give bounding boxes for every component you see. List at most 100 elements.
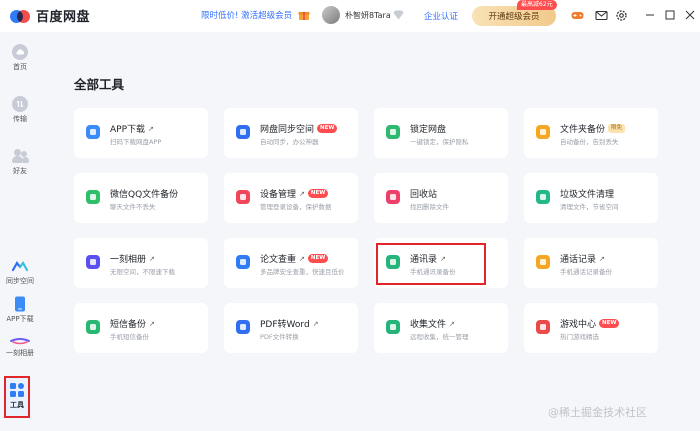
- tool-card[interactable]: 回收站 找回删除文件: [374, 173, 508, 223]
- sidebar: 首页 传输 好友 同步空间 APP下载 一刻相册 工具: [0, 32, 40, 431]
- sidebar-item-transfer[interactable]: 传输: [0, 96, 40, 124]
- tool-name: 通话记录: [560, 255, 597, 265]
- tool-name: 回收站: [410, 190, 438, 200]
- tool-name: 微信QQ文件备份: [110, 190, 179, 200]
- tool-badge: NEW: [599, 319, 620, 328]
- enterprise-verify-link[interactable]: 企业认证: [424, 10, 458, 22]
- paper-check-icon: [234, 253, 252, 271]
- device-icon: [234, 188, 252, 206]
- external-link-icon: ↗: [148, 124, 154, 133]
- tool-description: 自动备份，告别丢失: [560, 138, 619, 146]
- tool-description: 管理登录设备，保护数据: [260, 203, 332, 211]
- tool-description: 找回删除文件: [410, 203, 449, 211]
- tool-card[interactable]: 短信备份 ↗ 手机短信备份: [74, 303, 208, 353]
- gamepad-icon[interactable]: [571, 9, 584, 22]
- tool-card[interactable]: PDF转Word ↗ PDF文件转换: [224, 303, 358, 353]
- tool-card[interactable]: 设备管理 ↗ NEW 管理登录设备，保护数据: [224, 173, 358, 223]
- tool-card[interactable]: 文件夹备份 限免自动备份，告别丢失: [524, 108, 658, 158]
- user-avatar[interactable]: [322, 6, 340, 24]
- mail-icon[interactable]: [595, 9, 608, 22]
- tool-card[interactable]: 网盘同步空间 NEW 自动同步，办公神器: [224, 108, 358, 158]
- sidebar-label: 传输: [13, 115, 27, 123]
- tool-card[interactable]: 游戏中心 NEW 热门游戏精选: [524, 303, 658, 353]
- tool-badge: NEW: [307, 254, 329, 263]
- sidebar-item-sync-space[interactable]: 同步空间: [0, 260, 40, 286]
- sidebar-item-app-download[interactable]: APP下载: [0, 296, 40, 324]
- highlight-frame: [376, 243, 486, 285]
- external-link-icon: ↗: [149, 319, 155, 328]
- tool-name: 文件夹备份: [560, 125, 606, 135]
- tool-badge: 限免: [608, 124, 626, 133]
- tool-title: 垃圾文件清理: [560, 187, 614, 200]
- sync-space-icon: [234, 123, 252, 141]
- tool-name: 短信备份: [110, 320, 147, 330]
- sync-icon: [12, 261, 28, 272]
- recycle-icon: [384, 188, 402, 206]
- tool-title: 锁定网盘: [410, 122, 446, 135]
- tool-card[interactable]: 锁定网盘一键锁定，保护隐私: [374, 108, 508, 158]
- sidebar-label: 好友: [13, 167, 27, 175]
- tool-description: 扫码下载网盘APP: [110, 138, 162, 146]
- tool-card[interactable]: 微信QQ文件备份 聊天文件不丢失: [74, 173, 208, 223]
- tool-description: 手机短信备份: [110, 333, 149, 341]
- tool-title: 微信QQ文件备份: [110, 187, 178, 200]
- phone-icon: [15, 296, 25, 312]
- cloud-icon: [12, 44, 28, 60]
- tool-name: 垃圾文件清理: [560, 190, 615, 200]
- sidebar-item-friends[interactable]: 好友: [0, 148, 40, 176]
- external-link-icon: ↗: [299, 189, 305, 198]
- gift-icon[interactable]: [298, 9, 310, 21]
- tool-title: 回收站: [410, 187, 437, 200]
- tool-description: 热门游戏精选: [560, 333, 599, 341]
- tool-card[interactable]: 论文查重 ↗ NEW 多品牌安全查重，快速且低价: [224, 238, 358, 288]
- tool-name: 锁定网盘: [410, 125, 447, 135]
- tool-card[interactable]: 垃圾文件清理 清理文件，节省空间: [524, 173, 658, 223]
- external-link-icon: ↗: [312, 319, 319, 328]
- tool-title: APP下载 ↗: [110, 122, 154, 136]
- vip-promo-link[interactable]: 限时低价! 激活超级会员: [201, 9, 292, 21]
- baidu-netdisk-logo-icon: [10, 7, 32, 25]
- tool-name: 论文查重: [260, 255, 297, 265]
- maximize-icon[interactable]: [663, 8, 677, 22]
- transfer-icon: [12, 96, 28, 112]
- username[interactable]: 朴智妍8Tara: [345, 10, 391, 21]
- vip-discount-tag: 最高减62元: [517, 0, 557, 10]
- vip-button-label: 开通超级会员: [488, 12, 540, 22]
- external-link-icon: ↗: [449, 319, 455, 328]
- word-icon: [234, 318, 252, 336]
- title-bar: 百度网盘 限时低价! 激活超级会员 朴智妍8Tara 企业认证 开通超级会员 最…: [0, 0, 700, 32]
- folder-backup-icon: [534, 123, 552, 141]
- album-icon: [10, 338, 30, 345]
- tool-description: 无限空间，不限速下载: [110, 268, 175, 276]
- phone-call-icon: [534, 253, 552, 271]
- sidebar-item-tools[interactable]: 工具: [4, 376, 30, 418]
- tool-name: 收集文件: [410, 320, 447, 330]
- minimize-icon[interactable]: [643, 8, 657, 22]
- tool-name: PDF转Word: [260, 320, 310, 330]
- tool-title: 一刻相册 ↗: [110, 252, 155, 266]
- tool-card[interactable]: 一刻相册 ↗ 无限空间，不限速下载: [74, 238, 208, 288]
- close-icon[interactable]: [683, 8, 697, 22]
- app-logo: 百度网盘: [10, 6, 90, 25]
- tool-card[interactable]: 通话记录 ↗ 手机通话记录备份: [524, 238, 658, 288]
- tool-title: 网盘同步空间 NEW: [260, 122, 338, 135]
- tool-description: PDF文件转换: [260, 333, 299, 341]
- tool-title: 论文查重 ↗ NEW: [260, 252, 329, 265]
- tool-name: 一刻相册: [110, 255, 147, 265]
- tool-card[interactable]: APP下载 ↗ 扫码下载网盘APP: [74, 108, 208, 158]
- sidebar-label: 首页: [13, 63, 27, 71]
- sidebar-item-album[interactable]: 一刻相册: [0, 336, 40, 358]
- tool-description: 一键锁定，保护隐私: [410, 138, 469, 146]
- phone-icon: [84, 123, 102, 141]
- friends-icon: [11, 148, 29, 164]
- external-link-icon: ↗: [299, 254, 305, 263]
- sidebar-item-home[interactable]: 首页: [0, 44, 40, 72]
- tool-title: 游戏中心 NEW: [560, 317, 620, 330]
- album-icon: [84, 253, 102, 271]
- sidebar-label: 一刻相册: [6, 349, 34, 357]
- settings-gear-icon[interactable]: [615, 9, 628, 22]
- tool-description: 手机通话记录备份: [560, 268, 612, 276]
- tool-card[interactable]: 收集文件 ↗ 远程收集，统一管理: [374, 303, 508, 353]
- external-link-icon: ↗: [599, 254, 605, 263]
- tool-description: 远程收集，统一管理: [410, 333, 469, 341]
